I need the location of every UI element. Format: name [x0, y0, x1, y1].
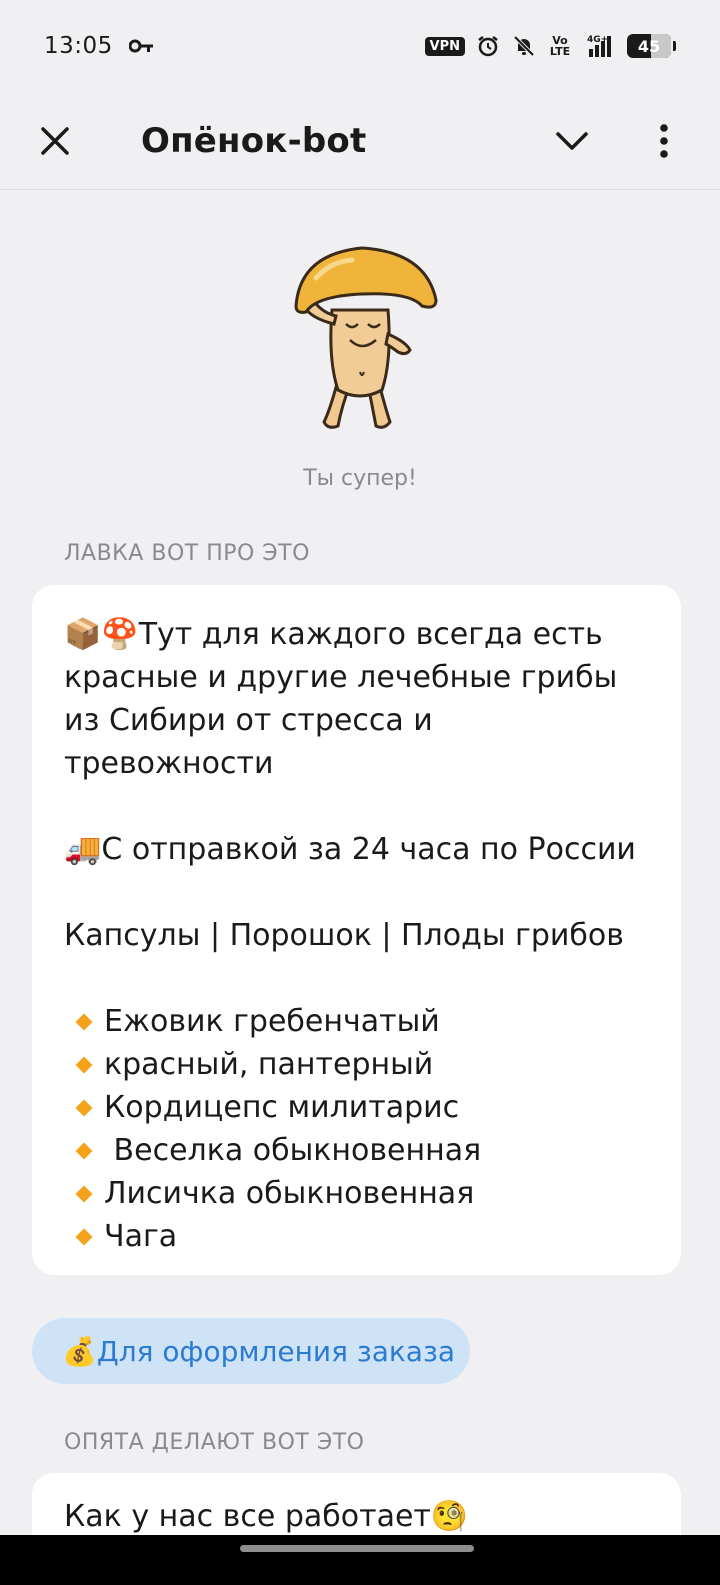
- shop-description-card: 📦🍄Тут для каждого всегда есть красные и …: [32, 585, 681, 1275]
- navigation-bar: [0, 1535, 720, 1585]
- orange-diamond-icon: [75, 1228, 93, 1245]
- bell-off-icon: [511, 33, 537, 59]
- alarm-icon: [475, 33, 501, 59]
- orange-diamond-icon: [75, 1185, 93, 1202]
- section-label-how: ОПЯТА ДЕЛАЮТ ВОТ ЭТО: [64, 1430, 365, 1455]
- product-list: Ежовик гребенчатый красный, пантерный Ко…: [64, 1000, 649, 1258]
- key-icon: [128, 38, 155, 54]
- status-bar: 13:05 VPN Vo LTE 4G+ 45: [0, 0, 720, 92]
- expand-button[interactable]: [544, 113, 600, 169]
- orange-diamond-icon: [75, 1056, 93, 1073]
- svg-text:4G+: 4G+: [587, 35, 608, 45]
- orange-diamond-icon: [75, 1013, 93, 1030]
- app-header: Опёнок-bot: [0, 92, 720, 190]
- list-item: Лисичка обыкновенная: [64, 1172, 649, 1215]
- order-button-label: 💰Для оформления заказа: [62, 1334, 456, 1368]
- shop-intro-text: 📦🍄Тут для каждого всегда есть красные и …: [64, 617, 627, 781]
- delivery-text: 🚚С отправкой за 24 часа по России: [64, 832, 636, 867]
- how-it-works-text: Как у нас все работает🧐: [64, 1499, 469, 1534]
- close-button[interactable]: [27, 113, 83, 169]
- more-vertical-icon: [660, 123, 668, 158]
- section-label-shop: ЛАВКА ВОТ ПРО ЭТО: [64, 541, 310, 566]
- close-icon: [41, 126, 69, 155]
- list-item: Ежовик гребенчатый: [64, 1000, 649, 1043]
- battery-icon: 45: [627, 34, 671, 58]
- mushroom-sticker: [290, 240, 440, 440]
- list-item: Веселка обыкновенная: [64, 1129, 649, 1172]
- list-item: красный, пантерный: [64, 1043, 649, 1086]
- chevron-down-icon: [556, 131, 588, 150]
- volte-icon: Vo LTE: [549, 34, 571, 58]
- order-button[interactable]: 💰Для оформления заказа: [32, 1318, 470, 1384]
- status-icons: VPN Vo LTE 4G+ 45: [424, 33, 676, 59]
- bot-title: Опёнок-bot: [141, 120, 367, 161]
- orange-diamond-icon: [75, 1099, 93, 1116]
- status-time: 13:05: [44, 33, 113, 59]
- battery-level: 45: [637, 36, 661, 56]
- orange-diamond-icon: [75, 1142, 93, 1159]
- list-item: Чага: [64, 1215, 649, 1258]
- battery-indicator: 45: [627, 34, 676, 58]
- list-item: Кордицепс милитарис: [64, 1086, 649, 1129]
- product-forms-text: Капсулы | Порошок | Плоды грибов: [64, 918, 624, 953]
- vpn-badge: VPN: [424, 36, 465, 56]
- sticker-caption: Ты супер!: [303, 466, 417, 491]
- more-menu-button[interactable]: [636, 113, 692, 169]
- home-indicator[interactable]: [240, 1545, 474, 1552]
- signal-icon: 4G+: [583, 33, 617, 59]
